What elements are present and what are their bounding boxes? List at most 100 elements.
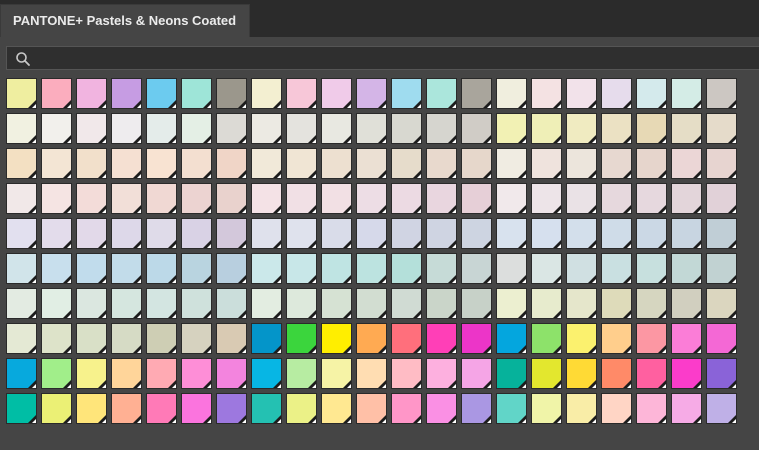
color-swatch[interactable] — [111, 253, 142, 284]
color-swatch[interactable] — [706, 358, 737, 389]
color-swatch[interactable] — [671, 358, 702, 389]
color-swatch[interactable] — [251, 288, 282, 319]
color-swatch[interactable] — [356, 148, 387, 179]
color-swatch[interactable] — [706, 393, 737, 424]
color-swatch[interactable] — [146, 323, 177, 354]
color-swatch[interactable] — [111, 393, 142, 424]
search-bar[interactable] — [6, 46, 759, 70]
color-swatch[interactable] — [286, 253, 317, 284]
color-swatch[interactable] — [6, 253, 37, 284]
color-swatch[interactable] — [356, 218, 387, 249]
color-swatch[interactable] — [566, 288, 597, 319]
color-swatch[interactable] — [6, 183, 37, 214]
color-swatch[interactable] — [461, 393, 492, 424]
color-swatch[interactable] — [601, 323, 632, 354]
color-swatch[interactable] — [671, 183, 702, 214]
color-swatch[interactable] — [6, 148, 37, 179]
color-swatch[interactable] — [391, 288, 422, 319]
color-swatch[interactable] — [636, 393, 667, 424]
color-swatch[interactable] — [41, 148, 72, 179]
color-swatch[interactable] — [41, 393, 72, 424]
color-swatch[interactable] — [111, 358, 142, 389]
color-swatch[interactable] — [636, 358, 667, 389]
color-swatch[interactable] — [566, 218, 597, 249]
color-swatch[interactable] — [566, 78, 597, 109]
color-swatch[interactable] — [566, 113, 597, 144]
color-swatch[interactable] — [461, 358, 492, 389]
color-swatch[interactable] — [111, 218, 142, 249]
color-swatch[interactable] — [356, 393, 387, 424]
color-swatch[interactable] — [181, 148, 212, 179]
color-swatch[interactable] — [146, 183, 177, 214]
color-swatch[interactable] — [146, 253, 177, 284]
color-swatch[interactable] — [566, 183, 597, 214]
color-swatch[interactable] — [671, 148, 702, 179]
color-swatch[interactable] — [111, 78, 142, 109]
color-swatch[interactable] — [601, 253, 632, 284]
color-swatch[interactable] — [41, 113, 72, 144]
color-swatch[interactable] — [496, 358, 527, 389]
color-swatch[interactable] — [531, 183, 562, 214]
color-swatch[interactable] — [216, 253, 247, 284]
color-swatch[interactable] — [706, 148, 737, 179]
color-swatch[interactable] — [286, 113, 317, 144]
color-swatch[interactable] — [181, 183, 212, 214]
color-swatch[interactable] — [321, 113, 352, 144]
color-swatch[interactable] — [356, 253, 387, 284]
color-swatch[interactable] — [531, 218, 562, 249]
color-swatch[interactable] — [636, 253, 667, 284]
color-swatch[interactable] — [76, 148, 107, 179]
color-swatch[interactable] — [41, 288, 72, 319]
color-swatch[interactable] — [636, 323, 667, 354]
color-swatch[interactable] — [76, 218, 107, 249]
color-swatch[interactable] — [636, 288, 667, 319]
color-swatch[interactable] — [111, 148, 142, 179]
color-swatch[interactable] — [321, 323, 352, 354]
color-swatch[interactable] — [496, 113, 527, 144]
color-swatch[interactable] — [706, 288, 737, 319]
color-swatch[interactable] — [531, 78, 562, 109]
color-swatch[interactable] — [216, 78, 247, 109]
color-swatch[interactable] — [426, 288, 457, 319]
color-swatch[interactable] — [531, 323, 562, 354]
color-swatch[interactable] — [566, 253, 597, 284]
color-swatch[interactable] — [671, 393, 702, 424]
color-swatch[interactable] — [671, 113, 702, 144]
search-input[interactable] — [39, 49, 743, 69]
color-swatch[interactable] — [6, 78, 37, 109]
color-swatch[interactable] — [111, 183, 142, 214]
color-swatch[interactable] — [601, 393, 632, 424]
color-swatch[interactable] — [496, 183, 527, 214]
color-swatch[interactable] — [426, 323, 457, 354]
color-swatch[interactable] — [461, 148, 492, 179]
color-swatch[interactable] — [391, 218, 422, 249]
color-swatch[interactable] — [146, 148, 177, 179]
color-swatch[interactable] — [356, 113, 387, 144]
color-swatch[interactable] — [706, 78, 737, 109]
color-swatch[interactable] — [41, 323, 72, 354]
color-swatch[interactable] — [251, 393, 282, 424]
color-swatch[interactable] — [531, 288, 562, 319]
color-swatch[interactable] — [146, 358, 177, 389]
color-swatch[interactable] — [146, 78, 177, 109]
color-swatch[interactable] — [251, 78, 282, 109]
color-swatch[interactable] — [566, 393, 597, 424]
color-swatch[interactable] — [706, 253, 737, 284]
color-swatch[interactable] — [216, 218, 247, 249]
color-swatch[interactable] — [531, 253, 562, 284]
color-swatch[interactable] — [706, 323, 737, 354]
color-swatch[interactable] — [426, 148, 457, 179]
color-swatch[interactable] — [356, 358, 387, 389]
color-swatch[interactable] — [426, 253, 457, 284]
color-swatch[interactable] — [636, 113, 667, 144]
color-swatch[interactable] — [671, 288, 702, 319]
color-swatch[interactable] — [706, 113, 737, 144]
color-swatch[interactable] — [531, 148, 562, 179]
color-swatch[interactable] — [321, 218, 352, 249]
color-swatch[interactable] — [181, 393, 212, 424]
color-swatch[interactable] — [496, 218, 527, 249]
color-swatch[interactable] — [76, 183, 107, 214]
color-swatch[interactable] — [636, 183, 667, 214]
color-swatch[interactable] — [251, 358, 282, 389]
color-swatch[interactable] — [566, 323, 597, 354]
